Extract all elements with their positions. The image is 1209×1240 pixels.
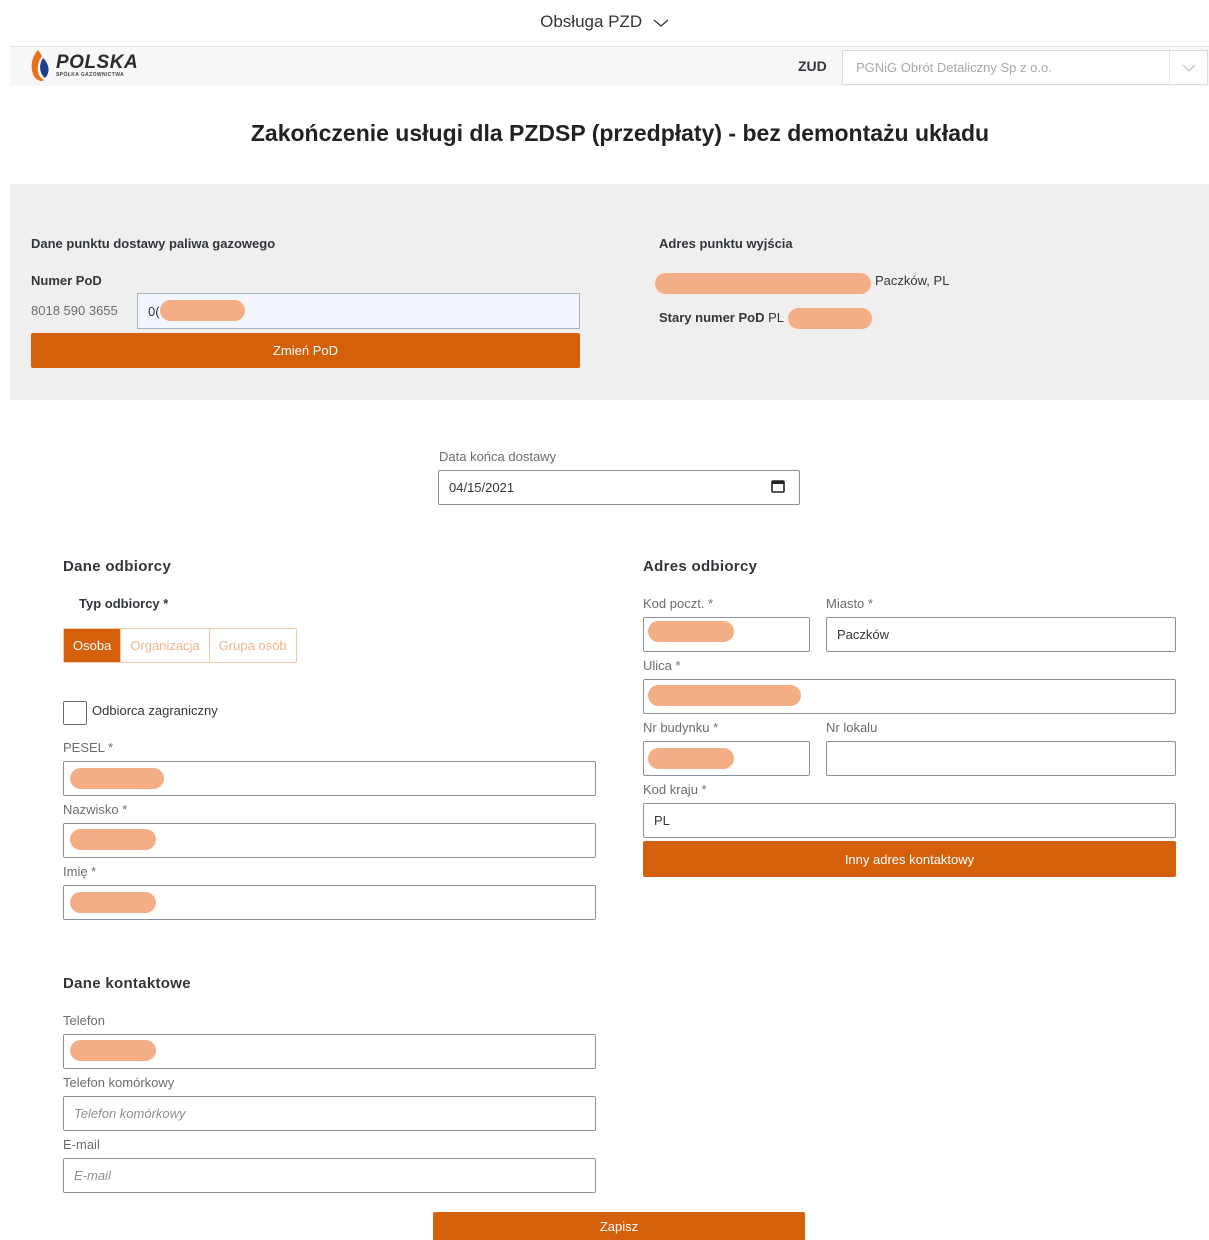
city-value: Paczków [837, 627, 890, 642]
zud-label: ZUD [798, 58, 827, 74]
pod-number-value: 0( [148, 303, 160, 319]
recipient-type-label: Typ odbiorcy * [79, 596, 169, 611]
redaction [70, 829, 156, 850]
first-name-label: Imię * [63, 864, 97, 879]
country-code-input[interactable]: PL [643, 803, 1176, 838]
redaction [648, 685, 801, 706]
redaction [160, 300, 245, 321]
recipient-type-selector: Osoba Organizacja Grupa osób [63, 628, 297, 663]
pod-section-title: Dane punktu dostawy paliwa gazowego [31, 236, 276, 251]
country-code-value: PL [654, 813, 670, 828]
exit-address-title: Adres punktu wyjścia [659, 236, 793, 251]
old-pod-row: Stary numer PoD PL [659, 310, 784, 325]
mobile-input[interactable]: Telefon komórkowy [63, 1096, 596, 1131]
shell-title-menu[interactable]: Obsługa PZD [0, 12, 1209, 33]
street-label: Ulica * [643, 658, 681, 673]
postal-code-label: Kod poczt. * [643, 596, 714, 611]
type-option-group[interactable]: Grupa osób [210, 629, 296, 662]
chevron-down-icon [1169, 51, 1207, 84]
surname-label: Nazwisko * [63, 802, 128, 817]
shell-title: Obsługa PZD [540, 12, 643, 31]
old-pod-value: PL [768, 310, 785, 325]
building-number-label: Nr budynku * [643, 720, 719, 735]
end-date-label: Data końca dostawy [439, 449, 557, 464]
exit-address-value: Paczków, PL [875, 273, 950, 288]
pod-number-label: Numer PoD [31, 273, 102, 288]
redaction [648, 621, 734, 642]
logo-sub-text: SPÓŁKA GAZOWNICTWA [56, 72, 125, 78]
pod-number-prefix: 8018 590 3655 [31, 303, 118, 318]
zud-select[interactable]: PGNiG Obrót Detaliczny Sp z o.o. [842, 50, 1208, 85]
other-contact-address-button[interactable]: Inny adres kontaktowy [643, 841, 1176, 877]
email-input[interactable]: E-mail [63, 1158, 596, 1193]
city-input[interactable]: Paczków [826, 617, 1176, 652]
redaction [70, 768, 164, 789]
save-button[interactable]: Zapisz [433, 1212, 805, 1240]
email-placeholder: E-mail [74, 1168, 111, 1183]
pesel-label: PESEL * [63, 740, 114, 755]
mobile-placeholder: Telefon komórkowy [74, 1106, 186, 1121]
zud-select-value: PGNiG Obrót Detaliczny Sp z o.o. [856, 60, 1052, 75]
end-date-input[interactable]: 04/15/2021 [438, 470, 800, 505]
country-code-label: Kod kraju * [643, 782, 707, 797]
calendar-icon[interactable] [771, 479, 785, 496]
foreign-recipient-label: Odbiorca zagraniczny [92, 703, 218, 718]
change-pod-button[interactable]: Zmień PoD [31, 333, 580, 368]
phone-label: Telefon [63, 1013, 105, 1028]
logo-main-text: POLSKA [56, 52, 139, 73]
foreign-recipient-checkbox[interactable] [63, 701, 87, 725]
redaction [70, 1040, 156, 1061]
redaction [655, 273, 871, 294]
city-label: Miasto * [826, 596, 873, 611]
flat-number-label: Nr lokalu [826, 720, 878, 735]
redaction [788, 308, 872, 329]
email-label: E-mail [63, 1137, 100, 1152]
chevron-down-icon [653, 13, 669, 33]
recipient-section-title: Dane odbiorcy [63, 558, 172, 575]
logo: POLSKA SPÓŁKA GAZOWNICTWA [28, 46, 138, 86]
type-option-organization[interactable]: Organizacja [121, 629, 210, 662]
flame-icon [31, 50, 49, 81]
flat-number-input[interactable] [826, 741, 1176, 776]
redaction [70, 892, 156, 913]
page-title: Zakończenie usługi dla PZDSP (przedpłaty… [250, 120, 990, 146]
old-pod-label: Stary numer PoD [659, 310, 765, 325]
type-option-person[interactable]: Osoba [64, 629, 122, 662]
address-section-title: Adres odbiorcy [643, 558, 758, 575]
mobile-label: Telefon komórkowy [63, 1075, 175, 1090]
end-date-value: 04/15/2021 [449, 480, 515, 495]
contact-section-title: Dane kontaktowe [63, 975, 191, 992]
redaction [648, 748, 734, 769]
